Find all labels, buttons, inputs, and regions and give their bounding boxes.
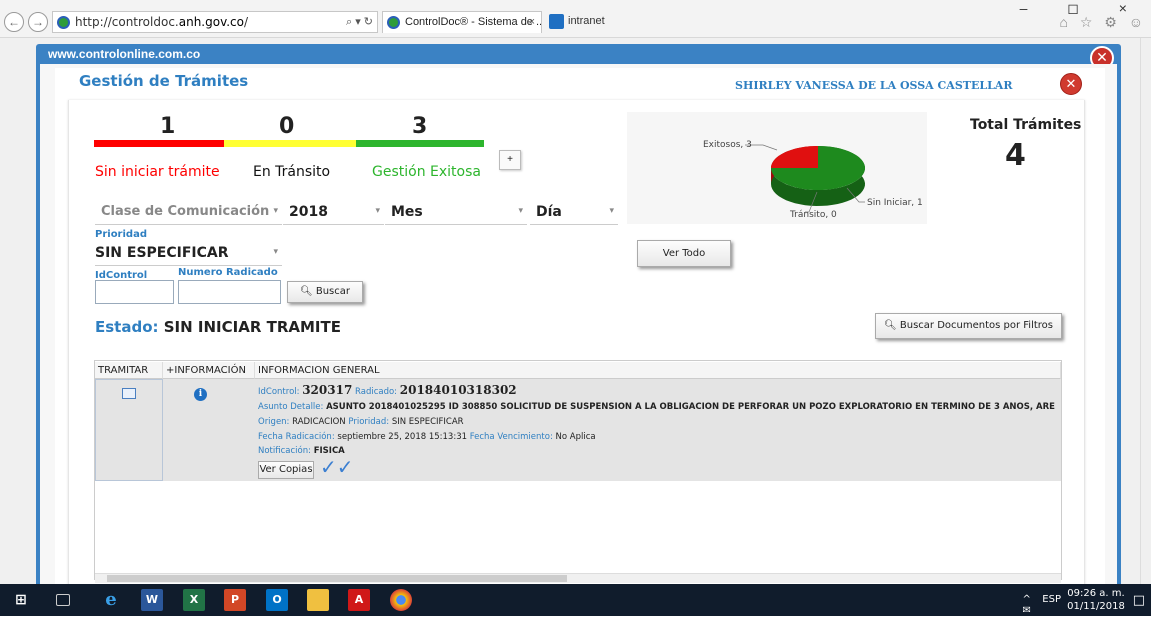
address-url: http://controldoc.anh.gov.co/ — [75, 15, 249, 29]
acrobat-icon[interactable]: A — [348, 589, 370, 611]
col-header-general: INFORMACION GENERAL — [255, 362, 1061, 379]
forward-button[interactable]: → — [28, 12, 48, 32]
back-button[interactable]: ← — [4, 12, 24, 32]
row-asunto-line: Asunto Detalle: ASUNTO 2018401025295 ID … — [258, 402, 1055, 412]
task-view-icon[interactable] — [56, 594, 70, 606]
tab-favicon-icon — [387, 16, 400, 29]
stat-count-exitosa: 3 — [412, 114, 428, 139]
table-row[interactable] — [95, 379, 1061, 481]
tab-close-icon[interactable]: × — [529, 12, 535, 32]
stat-bar-transito — [224, 140, 356, 147]
double-check-icon: ✓✓ — [320, 457, 354, 479]
sharepoint-icon — [549, 14, 564, 29]
estado-value: SIN INICIAR TRAMITE — [163, 318, 341, 336]
chevron-down-icon: ▾ — [518, 206, 523, 216]
month-select[interactable]: Mes ▾ — [385, 199, 527, 225]
stat-count-sin-iniciar: 1 — [160, 114, 176, 139]
scroll-thumb[interactable] — [107, 575, 567, 582]
prioridad-select-value: SIN ESPECIFICAR — [95, 245, 229, 261]
pie-chart-area: Exitosos, 3 Sin Iniciar, 1 Tránsito, 0 — [627, 112, 927, 224]
taskbar: ⊞ e W X P O A — [0, 584, 1151, 616]
row-notif-line: Notificación: FISICA — [258, 446, 345, 456]
excel-icon[interactable]: X — [183, 589, 205, 611]
row-fecha-line: Fecha Radicación: septiembre 25, 2018 15… — [258, 432, 596, 442]
row-origen-line: Origen: RADICACION Prioridad: SIN ESPECI… — [258, 417, 464, 427]
binoculars-icon: 🔍︎ — [883, 320, 897, 331]
pie-label-0: Exitosos, 3 — [703, 140, 752, 150]
outer-popup-title: www.controlonline.com.co — [48, 47, 201, 61]
search-refresh-icon[interactable]: ⌕ ▾ ↻ — [346, 15, 373, 29]
file-explorer-icon[interactable] — [307, 589, 329, 611]
radicado-input[interactable] — [178, 280, 281, 304]
pie-chart: Exitosos, 3 Sin Iniciar, 1 Tránsito, 0 — [703, 140, 923, 220]
chevron-down-icon: ▾ — [273, 247, 278, 257]
year-select-value: 2018 — [289, 204, 328, 220]
row-id-line: IdControl: 320317 Radicado: 201840103183… — [258, 383, 517, 397]
outlook-icon[interactable]: O — [266, 589, 288, 611]
word-icon[interactable]: W — [141, 589, 163, 611]
col-header-tramitar: TRAMITAR — [95, 362, 163, 379]
buscar-label: Buscar — [315, 286, 351, 297]
prioridad-label: Prioridad — [95, 229, 147, 240]
expand-button[interactable]: + — [499, 150, 521, 170]
day-select[interactable]: Día ▾ — [530, 199, 618, 225]
buscar-button[interactable]: 🔍︎ Buscar — [287, 281, 363, 303]
clase-select-value: Clase de Comunicación — [101, 204, 270, 219]
month-select-value: Mes — [391, 204, 423, 220]
chevron-down-icon: ▾ — [609, 206, 614, 216]
internet-explorer-icon[interactable]: e — [100, 589, 122, 611]
dialog-title: Gestión de Trámites — [79, 72, 249, 90]
pie-slice-1 — [771, 146, 818, 168]
powerpoint-icon[interactable]: P — [224, 589, 246, 611]
day-select-value: Día — [536, 204, 562, 220]
chrome-icon[interactable] — [390, 589, 412, 611]
chevron-down-icon: ▾ — [273, 206, 278, 216]
info-icon[interactable]: i — [194, 388, 207, 401]
user-name: SHIRLEY VANESSA DE LA OSSA CASTELLAR — [735, 79, 1013, 92]
ver-copias-button[interactable]: Ver Copias — [258, 461, 314, 479]
windows-start-icon[interactable]: ⊞ — [10, 589, 32, 611]
dialog-close-button[interactable]: ✕ — [1060, 73, 1082, 95]
year-select[interactable]: 2018 ▾ — [283, 199, 384, 225]
chevron-down-icon: ▾ — [375, 206, 380, 216]
tab-label: intranet — [568, 15, 605, 27]
estado-key: Estado: — [95, 318, 159, 336]
total-value: 4 — [1005, 138, 1026, 173]
prioridad-select[interactable]: SIN ESPECIFICAR ▾ — [95, 240, 282, 266]
stat-label-exitosa[interactable]: Gestión Exitosa — [372, 164, 481, 180]
address-bar[interactable]: http://controldoc.anh.gov.co/ ⌕ ▾ ↻ — [52, 11, 378, 33]
stat-label-transito[interactable]: En Tránsito — [253, 164, 330, 180]
stat-label-sin-iniciar[interactable]: Sin iniciar trámite — [95, 164, 220, 180]
page-vertical-scrollbar[interactable] — [1140, 38, 1151, 584]
tab-intranet[interactable]: intranet — [546, 11, 736, 33]
buscar-docs-button[interactable]: 🔍︎ Buscar Documentos por Filtros — [875, 313, 1062, 339]
total-label: Total Trámites — [970, 117, 1082, 133]
notifications-icon[interactable]: □ — [1133, 593, 1145, 608]
buscar-docs-label: Buscar Documentos por Filtros — [899, 320, 1053, 331]
pie-label-1: Sin Iniciar, 1 — [867, 198, 923, 208]
language-indicator[interactable]: ESP — [1042, 594, 1061, 605]
estado-heading: Estado: SIN INICIAR TRAMITE — [95, 318, 341, 336]
tab-label: ControlDoc® - Sistema de ... — [405, 16, 542, 28]
ver-todo-button[interactable]: Ver Todo — [637, 240, 731, 267]
idcontrol-input[interactable] — [95, 280, 174, 304]
site-favicon-icon — [57, 16, 70, 29]
tab-controldoc[interactable]: ControlDoc® - Sistema de ... × — [382, 11, 542, 33]
pie-label-2: Tránsito, 0 — [789, 210, 837, 220]
stat-bar-sin-iniciar — [94, 140, 224, 147]
table-horizontal-scrollbar[interactable] — [95, 573, 1061, 583]
binoculars-icon: 🔍︎ — [299, 286, 313, 297]
stat-count-transito: 0 — [279, 114, 295, 139]
clock[interactable]: 09:26 a. m. 01/11/2018 — [1067, 587, 1125, 613]
clase-select[interactable]: Clase de Comunicación ▾ — [95, 199, 282, 225]
stat-bar-exitosa — [356, 140, 484, 147]
tray-icons[interactable]: ^ ✉ ▭ ♪ — [1023, 594, 1035, 638]
col-header-informacion: +INFORMACIÓN — [163, 362, 255, 379]
toolbar-icons[interactable]: ⌂ ☆ ⚙ ☺ — [1059, 14, 1147, 31]
tramitar-form-icon[interactable] — [122, 388, 136, 399]
radicado-label: Numero Radicado — [178, 267, 278, 278]
